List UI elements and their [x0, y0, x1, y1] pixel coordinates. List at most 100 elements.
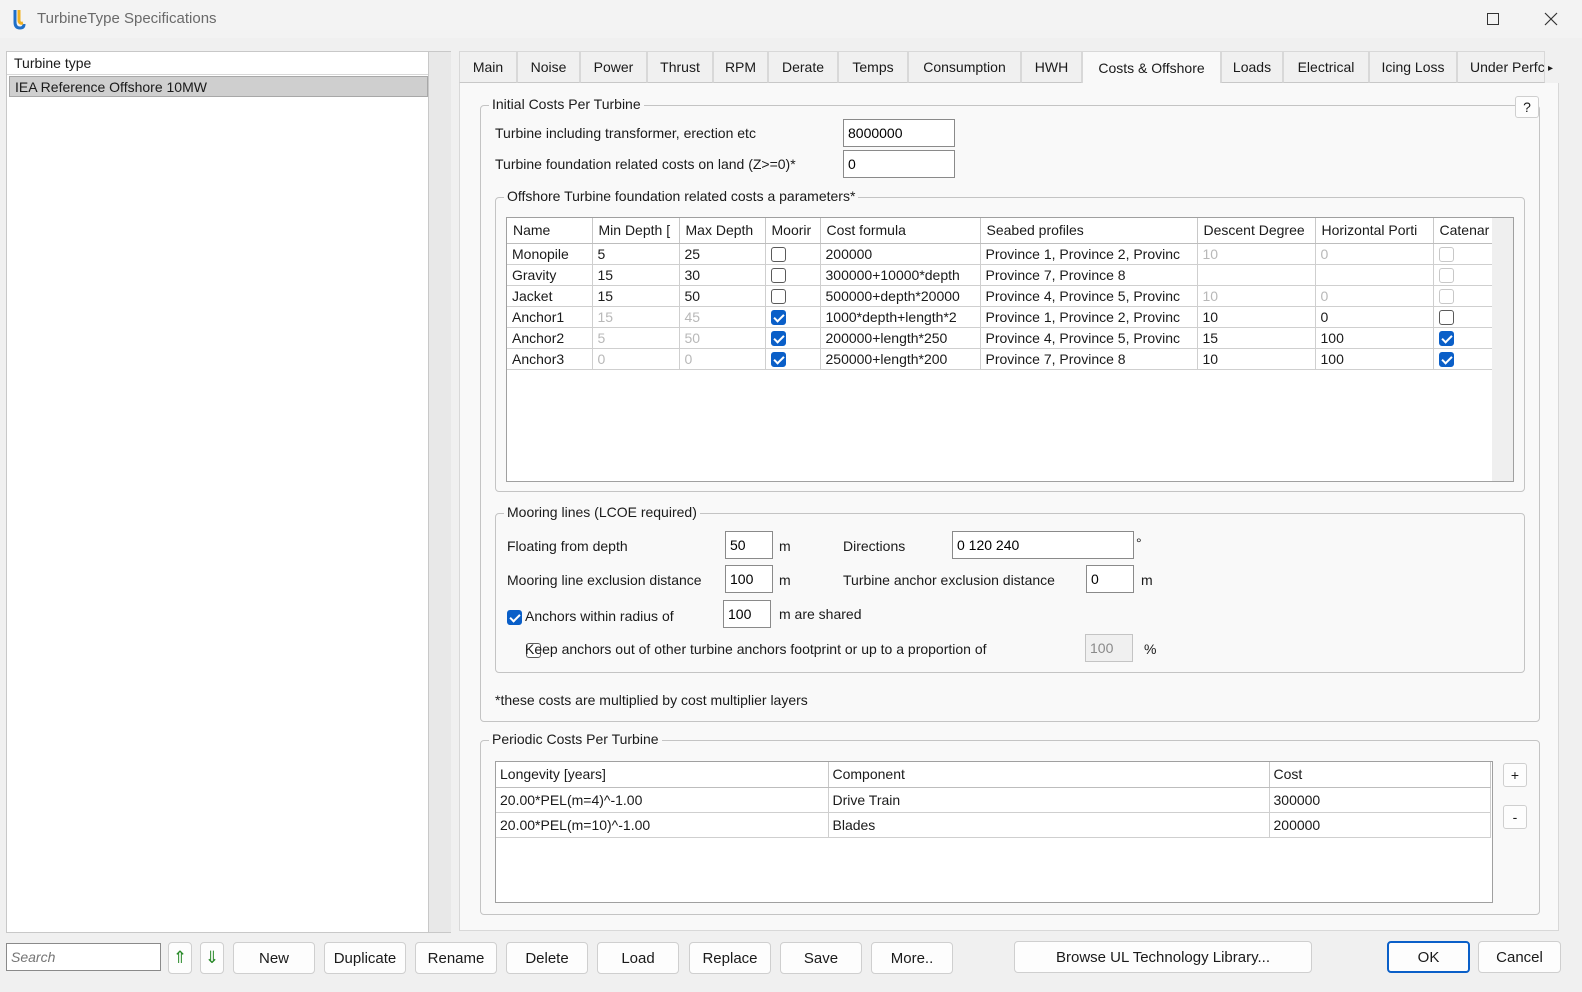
cell-mooring[interactable] — [765, 327, 821, 349]
help-button[interactable]: ? — [1515, 96, 1539, 118]
anchors-shared-radius-input[interactable] — [723, 600, 771, 628]
cell-cost-formula[interactable]: 300000+10000*depth — [820, 264, 981, 286]
col-max-depth[interactable]: Max Depth — [679, 218, 766, 244]
maximize-button[interactable] — [1470, 4, 1516, 34]
delete-button[interactable]: Delete — [506, 942, 588, 974]
duplicate-button[interactable]: Duplicate — [324, 942, 406, 974]
cell-catenary[interactable] — [1433, 348, 1497, 370]
cell-min-depth[interactable]: 15 — [592, 306, 680, 328]
col-cost[interactable]: Cost — [1269, 762, 1491, 788]
cell-cost-formula[interactable]: 250000+length*200 — [820, 348, 981, 370]
cell-min-depth[interactable]: 5 — [592, 243, 680, 265]
cell-longevity[interactable]: 20.00*PEL(m=4)^-1.00 — [496, 787, 829, 813]
floating-depth-input[interactable] — [725, 531, 773, 559]
tab-hwh[interactable]: HWH — [1021, 51, 1082, 83]
table-row[interactable]: Anchor3 0 0 250000+length*200 Province 7, Pr… — [507, 348, 1497, 370]
cell-mooring[interactable] — [765, 264, 821, 286]
more-button[interactable]: More.. — [871, 942, 953, 974]
cell-name[interactable]: Anchor2 — [507, 327, 593, 349]
tab-costs-offshore[interactable]: Costs & Offshore — [1082, 51, 1221, 84]
table-row[interactable]: Gravity 15 30 300000+10000*depth Province 7,… — [507, 264, 1497, 286]
col-horizontal-portion[interactable]: Horizontal Porti — [1315, 218, 1434, 244]
cell-cost[interactable]: 300000 — [1269, 787, 1491, 813]
mooring-checkbox[interactable] — [770, 288, 786, 304]
col-catenary[interactable]: Catenar — [1433, 218, 1497, 244]
catenary-checkbox[interactable] — [1438, 351, 1454, 367]
table-row[interactable]: Anchor2 5 50 200000+length*250 Province 4, P… — [507, 327, 1497, 349]
table-row[interactable]: Jacket 15 50 500000+depth*20000 Province 4, … — [507, 285, 1497, 307]
cell-name[interactable]: Jacket — [507, 285, 593, 307]
ok-button[interactable]: OK — [1387, 941, 1470, 973]
cell-mooring[interactable] — [765, 285, 821, 307]
cell-horizontal-portion[interactable]: 100 — [1315, 327, 1434, 349]
replace-button[interactable]: Replace — [689, 942, 771, 974]
cell-descent-degree[interactable]: 10 — [1197, 348, 1316, 370]
move-down-button[interactable]: ⇓ — [200, 942, 224, 974]
cell-seabed-profiles[interactable]: Province 7, Province 8 — [980, 264, 1198, 286]
col-mooring[interactable]: Moorir — [765, 218, 821, 244]
minimize-button[interactable] — [1406, 4, 1452, 34]
cell-descent-degree[interactable]: 10 — [1197, 285, 1316, 307]
cell-catenary[interactable] — [1433, 243, 1497, 265]
cell-seabed-profiles[interactable]: Province 7, Province 8 — [980, 348, 1198, 370]
cell-seabed-profiles[interactable]: Province 4, Province 5, Provinc — [980, 285, 1198, 307]
cell-seabed-profiles[interactable]: Province 1, Province 2, Provinc — [980, 306, 1198, 328]
browse-library-button[interactable]: Browse UL Technology Library... — [1014, 941, 1312, 973]
cell-max-depth[interactable]: 25 — [679, 243, 766, 265]
tab-icing-loss[interactable]: Icing Loss — [1369, 51, 1457, 83]
tab-consumption[interactable]: Consumption — [908, 51, 1021, 83]
cell-mooring[interactable] — [765, 306, 821, 328]
land-foundation-input[interactable] — [843, 150, 955, 178]
tab-main[interactable]: Main — [459, 51, 517, 83]
remove-periodic-button[interactable]: - — [1503, 805, 1527, 829]
cell-descent-degree[interactable]: 10 — [1197, 243, 1316, 265]
cell-catenary[interactable] — [1433, 285, 1497, 307]
catenary-checkbox[interactable] — [1438, 288, 1454, 304]
table-row[interactable]: Monopile 5 25 200000 Province 1, Province 2,… — [507, 243, 1497, 265]
cell-max-depth[interactable]: 50 — [679, 327, 766, 349]
turbine-cost-input[interactable] — [843, 119, 955, 147]
col-descent-degree[interactable]: Descent Degree — [1197, 218, 1316, 244]
cell-horizontal-portion[interactable]: 0 — [1315, 306, 1434, 328]
cell-seabed-profiles[interactable]: Province 1, Province 2, Provinc — [980, 243, 1198, 265]
cell-seabed-profiles[interactable]: Province 4, Province 5, Provinc — [980, 327, 1198, 349]
foundation-table[interactable]: Name Min Depth [ Max Depth Moorir Cost f… — [506, 217, 1514, 482]
mooring-checkbox[interactable] — [770, 246, 786, 262]
cell-cost-formula[interactable]: 1000*depth+length*2 — [820, 306, 981, 328]
tab-electrical[interactable]: Electrical — [1283, 51, 1369, 83]
cell-max-depth[interactable]: 30 — [679, 264, 766, 286]
cell-cost-formula[interactable]: 200000 — [820, 243, 981, 265]
cell-name[interactable]: Gravity — [507, 264, 593, 286]
anchor-exclusion-input[interactable] — [1086, 565, 1134, 593]
tab-derate[interactable]: Derate — [768, 51, 838, 83]
cell-descent-degree[interactable]: 10 — [1197, 306, 1316, 328]
col-seabed-profiles[interactable]: Seabed profiles — [980, 218, 1198, 244]
cell-descent-degree[interactable]: 15 — [1197, 327, 1316, 349]
anchors-shared-checkbox[interactable] — [507, 609, 522, 625]
turbine-type-list[interactable]: Turbine type IEA Reference Offshore 10MW — [6, 51, 429, 933]
cell-catenary[interactable] — [1433, 327, 1497, 349]
cell-max-depth[interactable]: 50 — [679, 285, 766, 307]
cell-cost-formula[interactable]: 500000+depth*20000 — [820, 285, 981, 307]
table-row[interactable]: Anchor1 15 45 1000*depth+length*2 Province 1… — [507, 306, 1497, 328]
cancel-button[interactable]: Cancel — [1478, 941, 1561, 973]
tab-scroll-right-icon[interactable]: ▸ — [1548, 63, 1553, 74]
rename-button[interactable]: Rename — [415, 942, 497, 974]
col-longevity[interactable]: Longevity [years] — [496, 762, 829, 788]
cell-component[interactable]: Blades — [828, 812, 1270, 838]
cell-name[interactable]: Anchor1 — [507, 306, 593, 328]
cell-horizontal-portion[interactable]: 100 — [1315, 348, 1434, 370]
mooring-checkbox[interactable] — [770, 330, 786, 346]
cell-min-depth[interactable]: 15 — [592, 285, 680, 307]
keep-anchors-proportion-input[interactable] — [1085, 634, 1133, 662]
cell-horizontal-portion[interactable] — [1315, 264, 1434, 286]
cell-catenary[interactable] — [1433, 264, 1497, 286]
cell-horizontal-portion[interactable]: 0 — [1315, 285, 1434, 307]
col-min-depth[interactable]: Min Depth [ — [592, 218, 680, 244]
cell-max-depth[interactable]: 0 — [679, 348, 766, 370]
cell-cost[interactable]: 200000 — [1269, 812, 1491, 838]
mooring-checkbox[interactable] — [770, 309, 786, 325]
load-button[interactable]: Load — [597, 942, 679, 974]
add-periodic-button[interactable]: + — [1503, 763, 1527, 787]
close-button[interactable] — [1528, 4, 1574, 34]
